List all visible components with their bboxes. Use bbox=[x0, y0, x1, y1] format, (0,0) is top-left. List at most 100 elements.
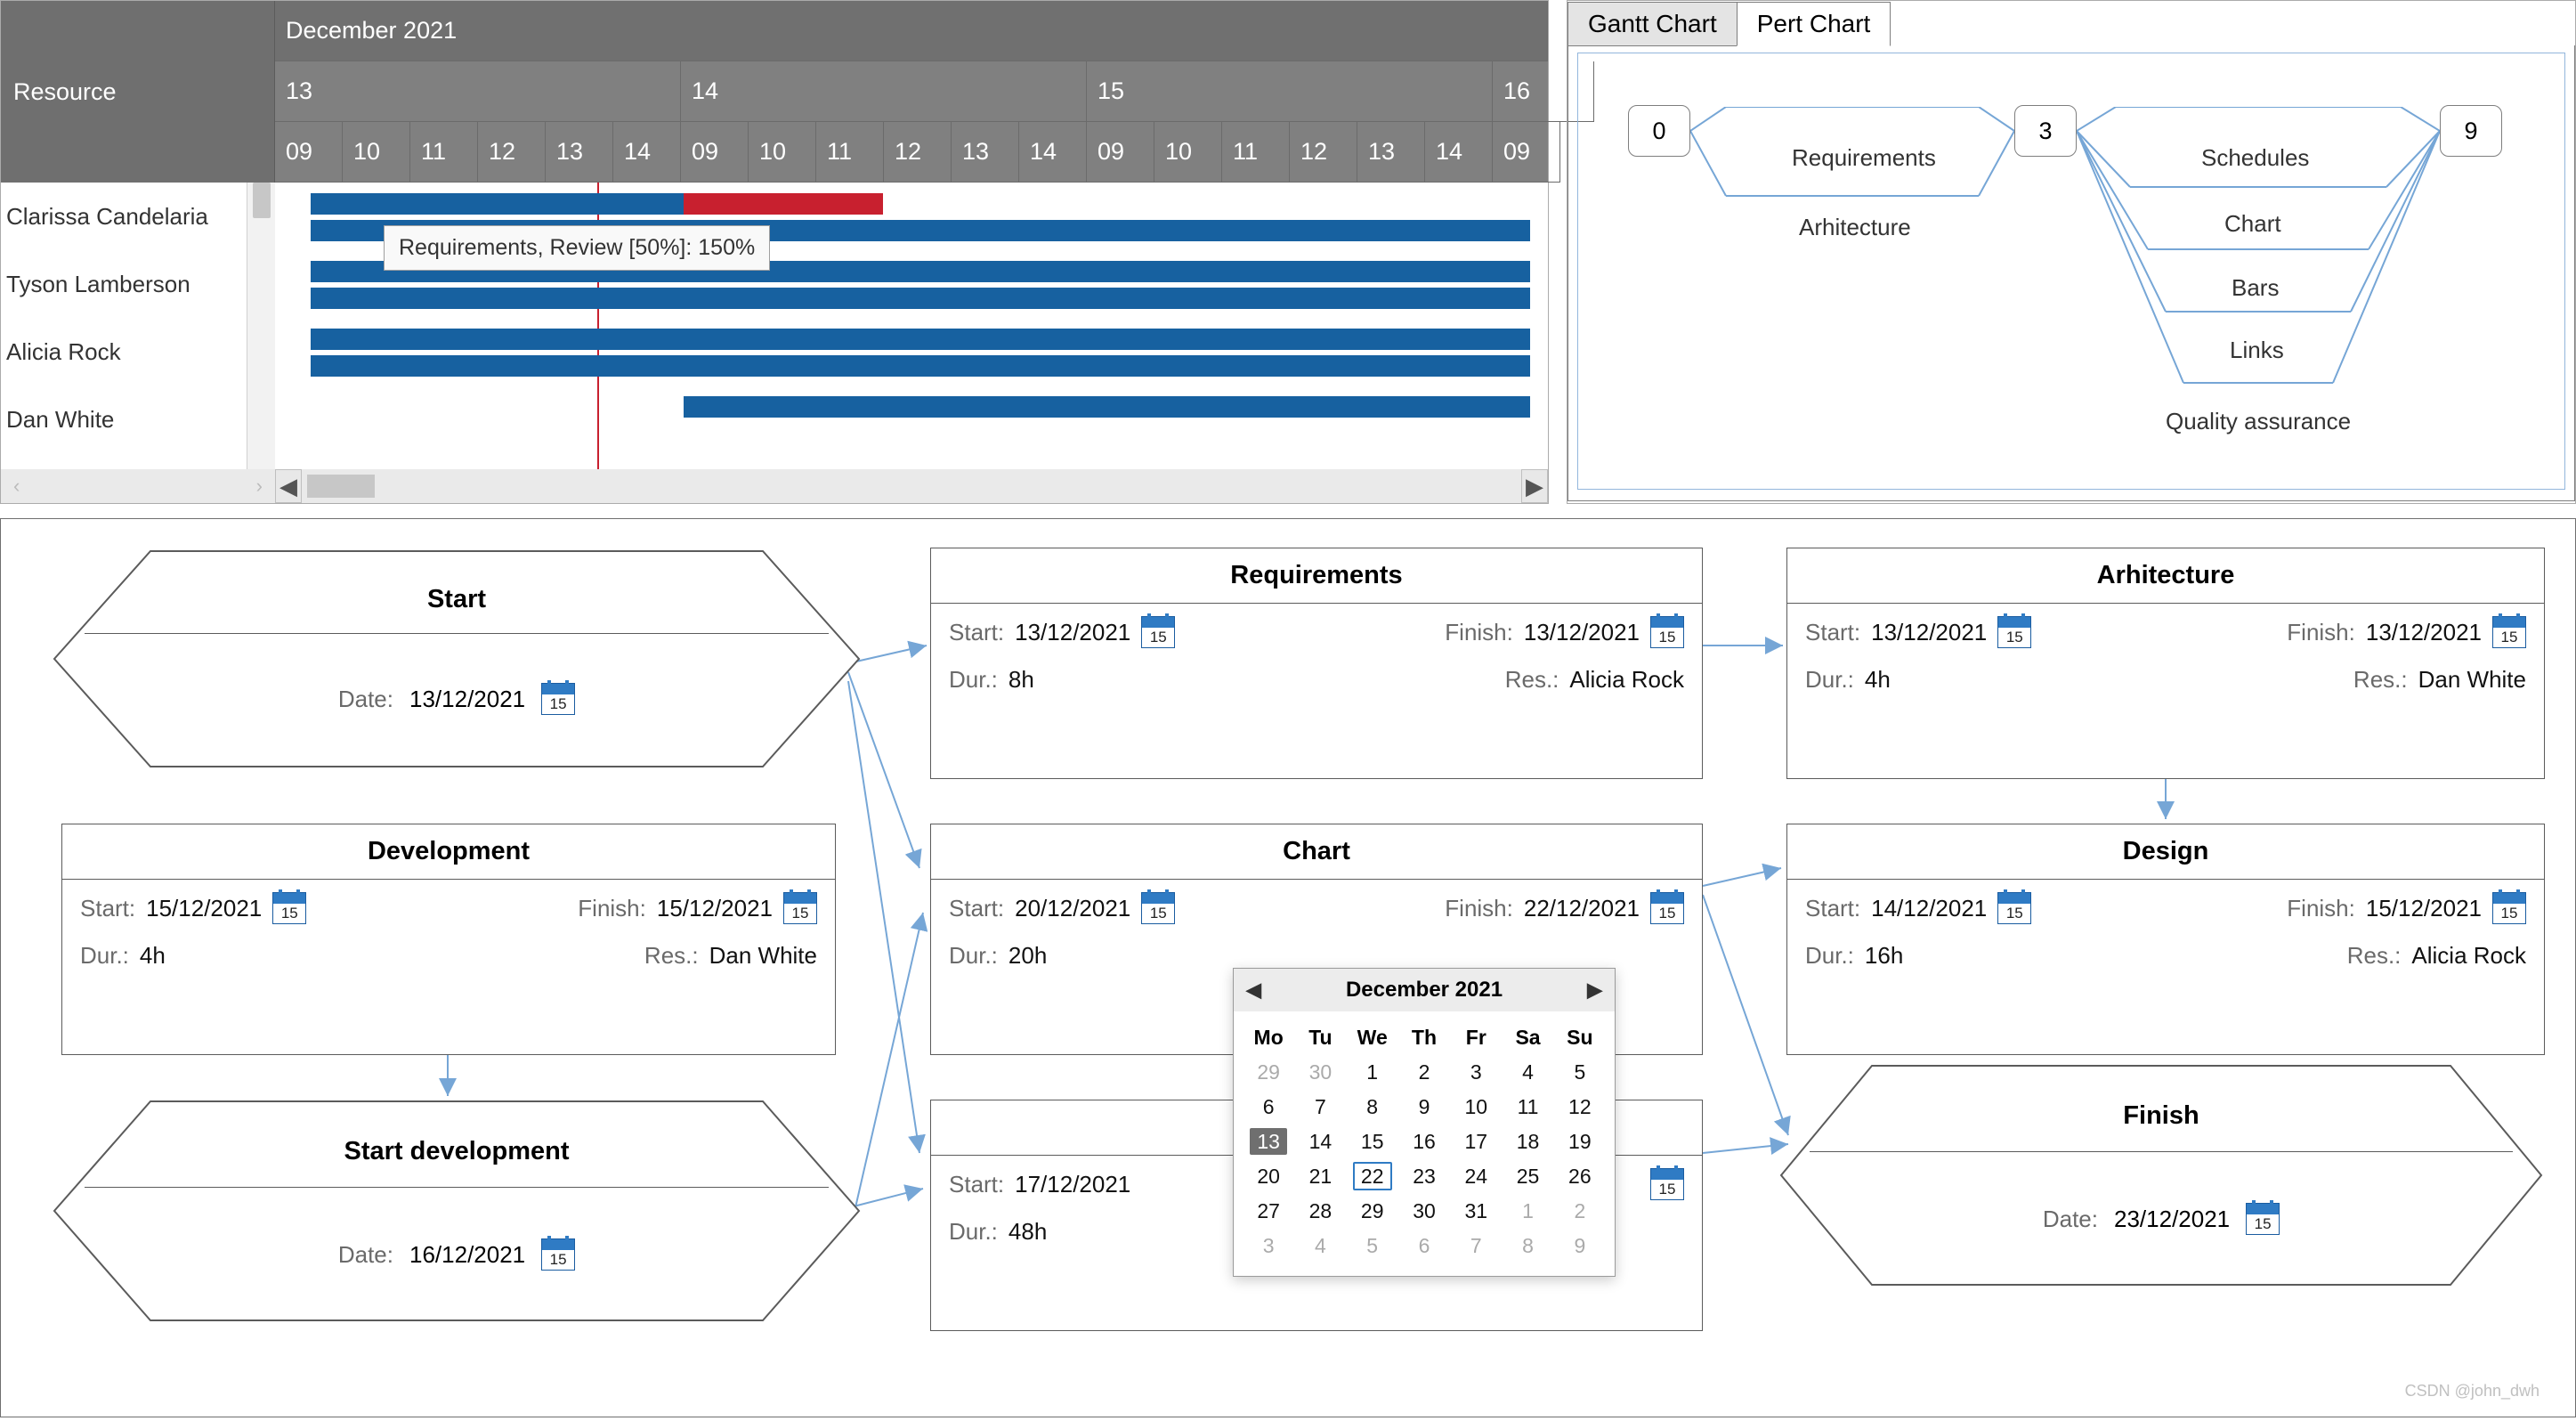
calendar-day[interactable]: 8 bbox=[1502, 1229, 1553, 1263]
calendar-day[interactable]: 5 bbox=[1554, 1055, 1606, 1090]
calendar-day[interactable]: 5 bbox=[1347, 1229, 1398, 1263]
calendar-day[interactable]: 7 bbox=[1294, 1090, 1346, 1125]
calendar-icon[interactable]: 15 bbox=[783, 892, 817, 924]
calendar-day[interactable]: 20 bbox=[1243, 1159, 1294, 1194]
calendar-day[interactable]: 19 bbox=[1554, 1125, 1606, 1159]
calendar-day[interactable]: 14 bbox=[1294, 1125, 1346, 1159]
gantt-data-row[interactable] bbox=[275, 386, 1548, 453]
gantt-resource-row[interactable]: Clarissa Candelaria bbox=[1, 183, 275, 250]
gantt-bar[interactable] bbox=[311, 288, 1530, 309]
gantt-day-header: 15 bbox=[1087, 61, 1493, 122]
calendar-day[interactable]: 22 bbox=[1347, 1159, 1398, 1194]
calendar-icon[interactable]: 15 bbox=[1141, 892, 1175, 924]
calendar-day[interactable]: 30 bbox=[1294, 1055, 1346, 1090]
calendar-day[interactable]: 12 bbox=[1554, 1090, 1606, 1125]
calendar-day[interactable]: 2 bbox=[1398, 1055, 1450, 1090]
milestone-start-development[interactable]: Start development Date: 16/12/2021 15 bbox=[53, 1100, 861, 1322]
gantt-hscroll-track[interactable] bbox=[302, 469, 1521, 503]
gantt-bar[interactable] bbox=[311, 329, 1530, 350]
calendar-icon[interactable]: 15 bbox=[1997, 616, 2031, 648]
milestone-start[interactable]: Start Date: 13/12/2021 15 bbox=[53, 549, 861, 768]
task-architecture-resource: Dan White bbox=[2418, 666, 2526, 694]
calendar-day[interactable]: 8 bbox=[1347, 1090, 1398, 1125]
calendar-day[interactable]: 10 bbox=[1450, 1090, 1502, 1125]
gantt-bar[interactable] bbox=[684, 396, 1530, 418]
calendar-day[interactable]: 11 bbox=[1502, 1090, 1553, 1125]
calendar-day[interactable]: 15 bbox=[1347, 1125, 1398, 1159]
calendar-popup[interactable]: ◀ December 2021 ▶ MoTuWeThFrSaSu29301234… bbox=[1233, 968, 1616, 1277]
gantt-resource-header: Resource bbox=[1, 1, 275, 183]
calendar-day[interactable]: 4 bbox=[1502, 1055, 1553, 1090]
calendar-day[interactable]: 29 bbox=[1347, 1194, 1398, 1229]
calendar-icon[interactable]: 15 bbox=[1650, 892, 1684, 924]
gantt-resource-row[interactable]: Tyson Lamberson bbox=[1, 250, 275, 318]
calendar-icon[interactable]: 15 bbox=[1141, 616, 1175, 648]
calendar-day[interactable]: 2 bbox=[1554, 1194, 1606, 1229]
calendar-prev-month[interactable]: ◀ bbox=[1246, 978, 1261, 1002]
gantt-hscroll-right[interactable]: ▶ bbox=[1521, 469, 1548, 503]
calendar-day[interactable]: 7 bbox=[1450, 1229, 1502, 1263]
task-chart-finish: 22/12/2021 bbox=[1524, 895, 1640, 922]
pert-node-3[interactable]: 3 bbox=[2014, 105, 2077, 157]
calendar-icon[interactable]: 15 bbox=[2246, 1203, 2280, 1235]
calendar-day[interactable]: 18 bbox=[1502, 1125, 1553, 1159]
calendar-icon[interactable]: 15 bbox=[1997, 892, 2031, 924]
calendar-day[interactable]: 3 bbox=[1450, 1055, 1502, 1090]
calendar-day[interactable]: 25 bbox=[1502, 1159, 1553, 1194]
task-architecture-title: Arhitecture bbox=[1787, 548, 2544, 604]
calendar-day[interactable]: 4 bbox=[1294, 1229, 1346, 1263]
calendar-day[interactable]: 28 bbox=[1294, 1194, 1346, 1229]
gantt-resource-row[interactable]: Alicia Rock bbox=[1, 318, 275, 386]
calendar-day[interactable]: 24 bbox=[1450, 1159, 1502, 1194]
calendar-day[interactable]: 6 bbox=[1398, 1229, 1450, 1263]
tab-pert-chart[interactable]: Pert Chart bbox=[1737, 2, 1891, 46]
calendar-day[interactable]: 3 bbox=[1243, 1229, 1294, 1263]
calendar-dow: Su bbox=[1554, 1020, 1606, 1055]
calendar-day[interactable]: 9 bbox=[1398, 1090, 1450, 1125]
gantt-hour-header: 12 bbox=[884, 122, 952, 183]
tab-gantt-chart[interactable]: Gantt Chart bbox=[1567, 2, 1738, 46]
gantt-left-footer-scroll[interactable]: ‹› bbox=[1, 469, 275, 503]
calendar-day[interactable]: 21 bbox=[1294, 1159, 1346, 1194]
task-design-resource: Alicia Rock bbox=[2411, 942, 2526, 970]
calendar-day[interactable]: 13 bbox=[1243, 1125, 1294, 1159]
calendar-icon[interactable]: 15 bbox=[2492, 892, 2526, 924]
pert-node-9[interactable]: 9 bbox=[2440, 105, 2502, 157]
task-architecture[interactable]: Arhitecture Start:13/12/202115 Finish:13… bbox=[1786, 548, 2545, 779]
gantt-bar[interactable] bbox=[311, 193, 684, 215]
task-requirements[interactable]: Requirements Start:13/12/202115 Finish:1… bbox=[930, 548, 1703, 779]
task-development[interactable]: Development Start:15/12/202115 Finish:15… bbox=[61, 824, 836, 1055]
gantt-hour-header: 14 bbox=[613, 122, 681, 183]
calendar-day[interactable]: 29 bbox=[1243, 1055, 1294, 1090]
task-design[interactable]: Design Start:14/12/202115 Finish:15/12/2… bbox=[1786, 824, 2545, 1055]
pert-node-0[interactable]: 0 bbox=[1628, 105, 1690, 157]
milestone-finish[interactable]: Finish Date: 23/12/2021 15 bbox=[1779, 1064, 2543, 1287]
calendar-icon[interactable]: 15 bbox=[2492, 616, 2526, 648]
gantt-bar[interactable] bbox=[684, 193, 883, 215]
gantt-hscroll-left[interactable]: ◀ bbox=[275, 469, 302, 503]
gantt-vertical-scrollbar[interactable] bbox=[247, 183, 275, 469]
calendar-icon[interactable]: 15 bbox=[541, 683, 575, 715]
calendar-day[interactable]: 16 bbox=[1398, 1125, 1450, 1159]
calendar-day[interactable]: 1 bbox=[1347, 1055, 1398, 1090]
calendar-day[interactable]: 9 bbox=[1554, 1229, 1606, 1263]
calendar-day[interactable]: 6 bbox=[1243, 1090, 1294, 1125]
gantt-resource-row[interactable]: Dan White bbox=[1, 386, 275, 453]
gantt-hour-header: 10 bbox=[749, 122, 816, 183]
calendar-day[interactable]: 30 bbox=[1398, 1194, 1450, 1229]
gantt-hour-header: 09 bbox=[1493, 122, 1560, 183]
calendar-day[interactable]: 26 bbox=[1554, 1159, 1606, 1194]
calendar-icon[interactable]: 15 bbox=[1650, 616, 1684, 648]
calendar-day[interactable]: 31 bbox=[1450, 1194, 1502, 1229]
calendar-day[interactable]: 17 bbox=[1450, 1125, 1502, 1159]
calendar-dow: Mo bbox=[1243, 1020, 1294, 1055]
gantt-data-row[interactable] bbox=[275, 318, 1548, 386]
calendar-day[interactable]: 23 bbox=[1398, 1159, 1450, 1194]
calendar-next-month[interactable]: ▶ bbox=[1587, 978, 1602, 1002]
calendar-icon[interactable]: 15 bbox=[541, 1238, 575, 1271]
calendar-day[interactable]: 27 bbox=[1243, 1194, 1294, 1229]
gantt-bar[interactable] bbox=[311, 355, 1530, 377]
calendar-icon[interactable]: 15 bbox=[272, 892, 306, 924]
calendar-icon[interactable]: 15 bbox=[1650, 1168, 1684, 1200]
calendar-day[interactable]: 1 bbox=[1502, 1194, 1553, 1229]
